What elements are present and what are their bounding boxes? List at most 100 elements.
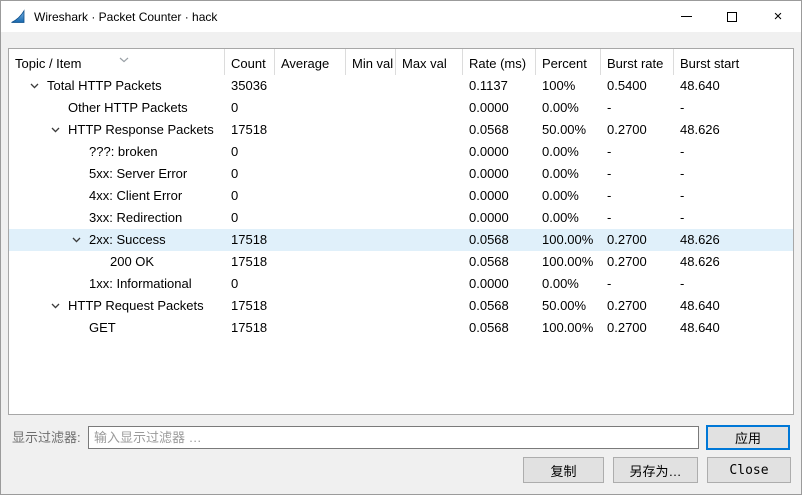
close-window-button[interactable]: × [755, 1, 801, 32]
column-header-average[interactable]: Average [275, 49, 346, 75]
cell-burst-start: 48.640 [674, 317, 792, 339]
table-row[interactable]: 5xx: Server Error00.00000.00%-- [9, 163, 793, 185]
table-row[interactable]: 200 OK175180.0568100.00%0.270048.626 [9, 251, 793, 273]
cell-burst-start: - [674, 97, 792, 119]
table-row[interactable]: 1xx: Informational00.00000.00%-- [9, 273, 793, 295]
table-row[interactable]: HTTP Response Packets175180.056850.00%0.… [9, 119, 793, 141]
cell-count: 0 [225, 185, 275, 207]
table-row[interactable]: Total HTTP Packets350360.1137100%0.54004… [9, 75, 793, 97]
cell-burst-rate: - [601, 207, 674, 229]
column-header-rate-ms-[interactable]: Rate (ms) [463, 49, 536, 75]
cell-burst-rate: 0.2700 [601, 119, 674, 141]
cell-topic: 1xx: Informational [9, 273, 225, 295]
cell-topic: Total HTTP Packets [9, 75, 225, 97]
cell-rate-ms: 0.0568 [463, 119, 536, 141]
packet-counter-window: Wireshark · Packet Counter · hack × Topi… [0, 0, 802, 495]
display-filter-label: 显示过滤器: [12, 426, 81, 449]
save-as-button[interactable]: 另存为… [613, 457, 698, 483]
cell-percent: 50.00% [536, 119, 601, 141]
cell-count: 17518 [225, 295, 275, 317]
cell-count: 17518 [225, 251, 275, 273]
expand-chevron-icon[interactable] [51, 303, 68, 309]
cell-percent: 100.00% [536, 229, 601, 251]
table-row[interactable]: HTTP Request Packets175180.056850.00%0.2… [9, 295, 793, 317]
cell-count: 17518 [225, 317, 275, 339]
dialog-content: Topic / ItemCountAverageMin valMax valRa… [1, 32, 801, 494]
cell-count: 17518 [225, 229, 275, 251]
table-row[interactable]: GET175180.0568100.00%0.270048.640 [9, 317, 793, 339]
cell-percent: 50.00% [536, 295, 601, 317]
column-header-min-val[interactable]: Min val [346, 49, 396, 75]
copy-button[interactable]: 复制 [523, 457, 604, 483]
cell-percent: 100.00% [536, 251, 601, 273]
table-row[interactable]: 2xx: Success175180.0568100.00%0.270048.6… [9, 229, 793, 251]
cell-burst-rate: - [601, 273, 674, 295]
cell-rate-ms: 0.0000 [463, 163, 536, 185]
cell-burst-rate: 0.2700 [601, 229, 674, 251]
maximize-button[interactable] [709, 1, 755, 32]
table-row[interactable]: Other HTTP Packets00.00000.00%-- [9, 97, 793, 119]
minimize-button[interactable] [663, 1, 709, 32]
cell-burst-start: - [674, 163, 792, 185]
topic-label: HTTP Request Packets [68, 295, 204, 317]
sort-indicator-icon [119, 50, 129, 68]
topic-label: 200 OK [110, 251, 154, 273]
cell-topic: 5xx: Server Error [9, 163, 225, 185]
cell-rate-ms: 0.0000 [463, 185, 536, 207]
cell-topic: 3xx: Redirection [9, 207, 225, 229]
cell-count: 0 [225, 163, 275, 185]
cell-topic: Other HTTP Packets [9, 97, 225, 119]
cell-count: 0 [225, 141, 275, 163]
expand-chevron-icon[interactable] [30, 83, 47, 89]
column-header-burst-rate[interactable]: Burst rate [601, 49, 674, 75]
cell-burst-start: - [674, 141, 792, 163]
cell-percent: 0.00% [536, 207, 601, 229]
cell-percent: 0.00% [536, 185, 601, 207]
wireshark-icon [10, 9, 26, 25]
topic-label: GET [89, 317, 116, 339]
cell-rate-ms: 0.0000 [463, 141, 536, 163]
column-header-burst-start[interactable]: Burst start [674, 49, 793, 75]
close-button[interactable]: Close [707, 457, 791, 483]
cell-count: 0 [225, 97, 275, 119]
column-header-percent[interactable]: Percent [536, 49, 601, 75]
topic-label: 1xx: Informational [89, 273, 192, 295]
column-header-topic-item[interactable]: Topic / Item [9, 49, 225, 75]
column-header-max-val[interactable]: Max val [396, 49, 463, 75]
column-header-count[interactable]: Count [225, 49, 275, 75]
cell-percent: 0.00% [536, 273, 601, 295]
cell-rate-ms: 0.1137 [463, 75, 536, 97]
cell-burst-rate: - [601, 185, 674, 207]
topic-label: 5xx: Server Error [89, 163, 187, 185]
window-title: Wireshark · Packet Counter · hack [34, 10, 217, 24]
cell-burst-start: 48.640 [674, 295, 792, 317]
topic-label: Total HTTP Packets [47, 75, 162, 97]
cell-rate-ms: 0.0568 [463, 251, 536, 273]
close-icon: × [774, 9, 783, 24]
cell-burst-start: 48.626 [674, 119, 792, 141]
cell-percent: 0.00% [536, 163, 601, 185]
table-body: Total HTTP Packets350360.1137100%0.54004… [9, 75, 793, 339]
apply-button[interactable]: 应用 [706, 425, 790, 450]
titlebar: Wireshark · Packet Counter · hack × [1, 1, 801, 32]
table-row[interactable]: 4xx: Client Error00.00000.00%-- [9, 185, 793, 207]
table-row[interactable]: 3xx: Redirection00.00000.00%-- [9, 207, 793, 229]
expand-chevron-icon[interactable] [51, 127, 68, 133]
cell-burst-rate: - [601, 97, 674, 119]
table-header: Topic / ItemCountAverageMin valMax valRa… [9, 49, 793, 75]
cell-topic: ???: broken [9, 141, 225, 163]
display-filter-input[interactable] [88, 426, 699, 449]
cell-burst-rate: 0.2700 [601, 251, 674, 273]
cell-rate-ms: 0.0000 [463, 97, 536, 119]
table-row[interactable]: ???: broken00.00000.00%-- [9, 141, 793, 163]
cell-rate-ms: 0.0000 [463, 207, 536, 229]
cell-count: 35036 [225, 75, 275, 97]
cell-burst-rate: - [601, 141, 674, 163]
topic-label: 2xx: Success [89, 229, 166, 251]
cell-burst-rate: 0.2700 [601, 295, 674, 317]
expand-chevron-icon[interactable] [72, 237, 89, 243]
topic-label: 4xx: Client Error [89, 185, 182, 207]
cell-topic: 2xx: Success [9, 229, 225, 251]
cell-count: 17518 [225, 119, 275, 141]
cell-percent: 100.00% [536, 317, 601, 339]
